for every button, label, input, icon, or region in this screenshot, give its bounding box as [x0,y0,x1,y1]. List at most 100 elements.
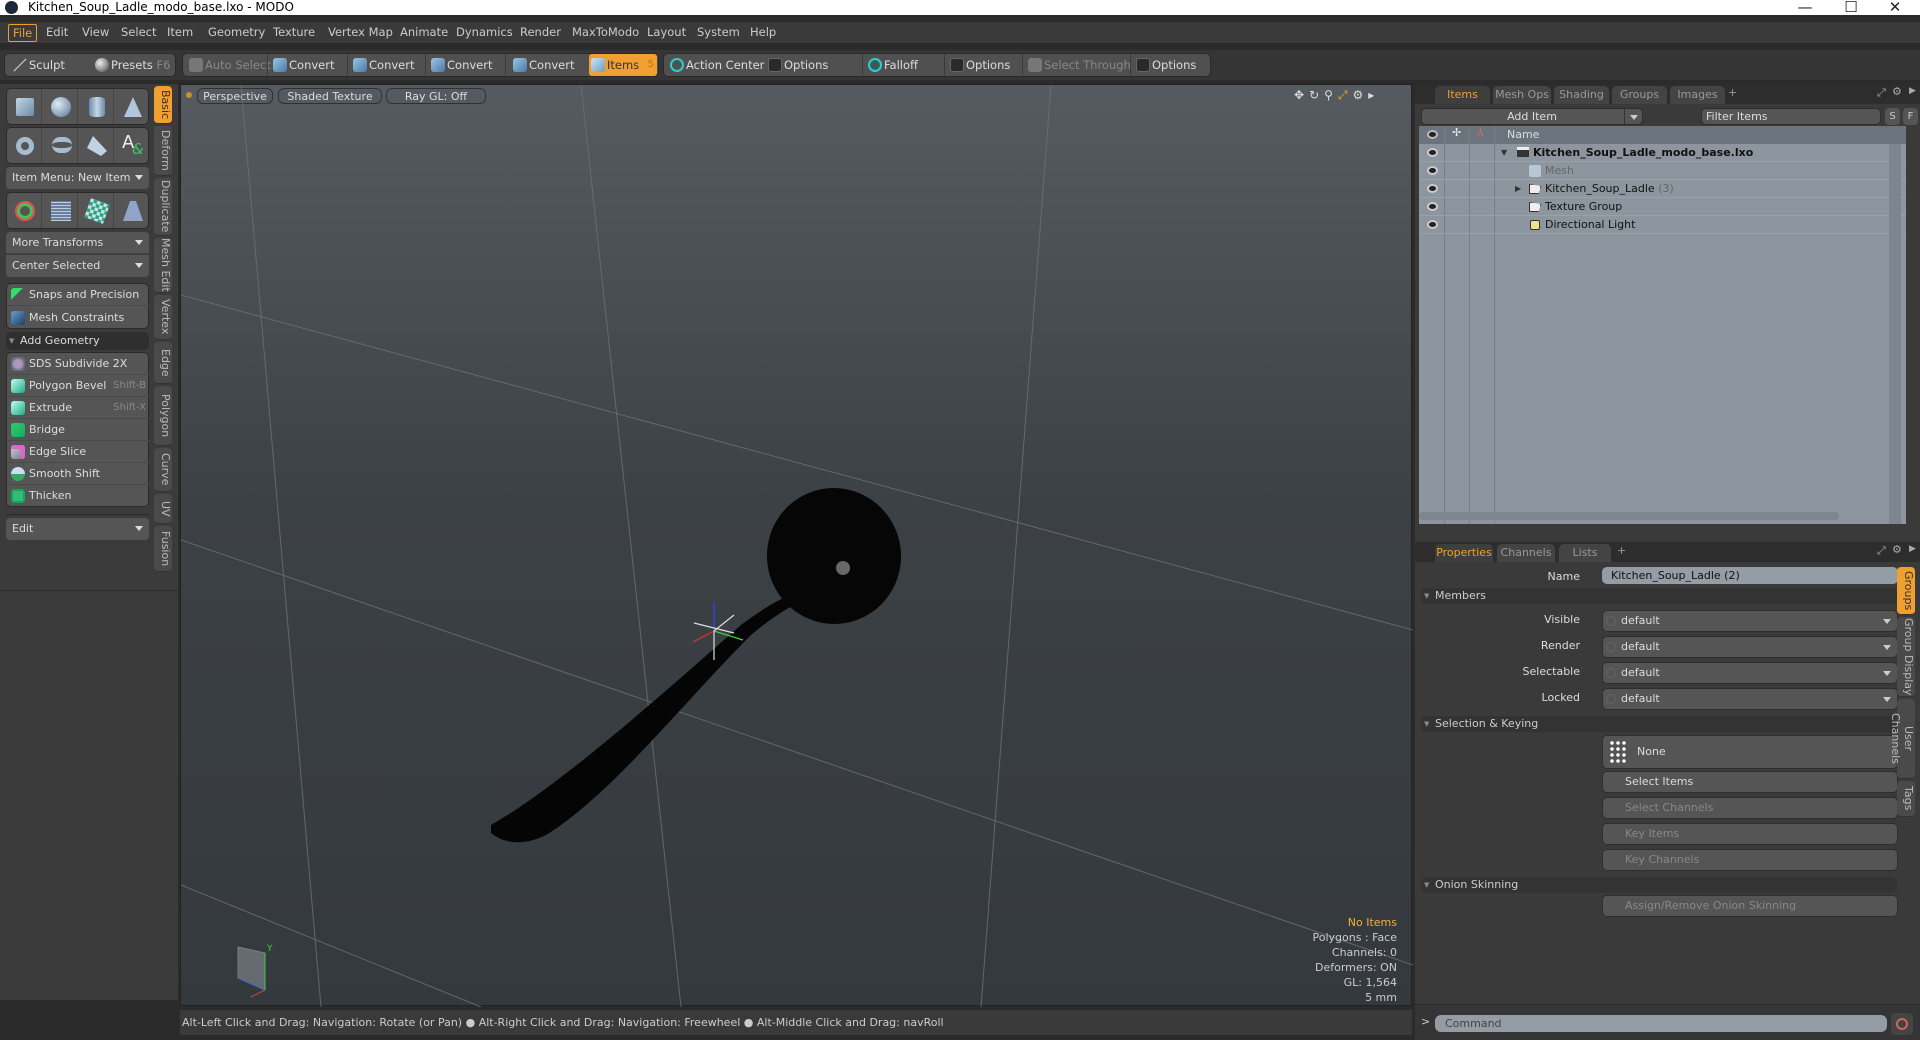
tool-sds-subdivide[interactable]: SDS Subdivide 2X [7,353,150,375]
tool-polygon-bevel[interactable]: Polygon Bevel Shift-B [7,375,150,397]
filter-s-button[interactable]: S [1885,108,1900,125]
tab-properties[interactable]: Properties [1435,544,1493,562]
item-list-scrollbar[interactable] [1889,144,1901,524]
tab-groups[interactable]: Groups [1612,86,1667,104]
tab-mesh-edit[interactable]: Mesh Edit [154,238,172,293]
menu-system[interactable]: System [693,24,744,42]
tab-tags[interactable]: Tags [1897,781,1915,817]
capsule-tool-icon[interactable] [43,128,78,163]
panel-menu-arrow-icon[interactable]: ▶ [1909,544,1916,554]
pen-tool-icon[interactable] [79,128,114,163]
add-tab-icon[interactable]: + [1728,86,1737,99]
tab-curve[interactable]: Curve [154,448,172,492]
menu-vertex-map[interactable]: Vertex Map [324,24,397,42]
menu-geometry[interactable]: Geometry [204,24,269,42]
falloff-button[interactable]: Falloff [866,54,918,76]
selection-set-button[interactable]: None [1602,735,1898,769]
convert-button-4[interactable]: Convert [511,54,574,76]
close-button[interactable]: ✕ [1875,0,1915,16]
tool-extrude[interactable]: Extrude Shift-X [7,397,150,419]
tab-channels[interactable]: Channels [1497,544,1555,562]
select-through-button[interactable]: Select Through [1026,54,1131,76]
text-tool-icon[interactable]: A & [115,128,150,163]
convert-button-3[interactable]: Convert [429,54,492,76]
uv-checker-icon[interactable] [79,193,114,228]
tab-fusion[interactable]: Fusion [154,526,172,572]
more-transforms-dropdown[interactable]: More Transforms [6,232,149,254]
render-dropdown[interactable]: default [1602,636,1898,658]
filter-items-input[interactable]: Filter Items [1701,108,1881,125]
mesh-constraints-button[interactable]: Mesh Constraints [7,307,150,329]
item-list-hscrollbar[interactable] [1419,512,1839,520]
tab-lists[interactable]: Lists [1559,544,1611,562]
center-selected-dropdown[interactable]: Center Selected [6,255,149,277]
eye-icon[interactable] [1427,220,1438,229]
list-item-light[interactable]: Directional Light [1419,216,1906,234]
command-input[interactable]: Command [1435,1015,1887,1032]
selection-keying-section[interactable]: Selection & Keying [1421,716,1897,732]
tab-user-channels[interactable]: User Channels [1889,699,1915,779]
tab-group-display[interactable]: Group Display [1897,617,1915,697]
tab-groups-vertical[interactable]: Groups [1897,567,1915,615]
menu-select[interactable]: Select [117,24,160,42]
expand-arrow-icon[interactable]: ▶ [1515,180,1521,198]
filter-f-button[interactable]: F [1903,108,1918,125]
options-button-2[interactable]: Options [948,54,1010,76]
menu-item[interactable]: Item [163,24,197,42]
transform-tool-icon[interactable] [7,193,42,228]
sculpt-button[interactable]: Sculpt [11,54,65,76]
menu-animate[interactable]: Animate [396,24,452,42]
panel-menu-arrow-icon[interactable]: ▶ [1909,86,1916,96]
tab-vertex[interactable]: Vertex [154,295,172,340]
cone-tool-icon[interactable] [115,89,150,124]
minimize-button[interactable]: — [1785,0,1825,16]
menu-render[interactable]: Render [516,24,565,42]
tab-uv[interactable]: UV [154,494,172,524]
gear-icon[interactable]: ⚙ [1892,543,1902,556]
selectable-dropdown[interactable]: default [1602,662,1898,684]
add-geometry-header[interactable]: ▼ Add Geometry [6,332,149,350]
maximize-button[interactable]: ☐ [1831,0,1871,16]
menu-file[interactable]: File [8,24,38,42]
tab-polygon[interactable]: Polygon [154,386,172,446]
gear-icon[interactable]: ⚙ [1892,85,1902,98]
cylinder-tool-icon[interactable] [79,89,114,124]
snaps-precision-button[interactable]: Snaps and Precision [7,284,150,306]
eye-icon[interactable] [1427,166,1438,175]
visible-dropdown[interactable]: default [1602,610,1898,632]
convert-button-1[interactable]: Convert [271,54,334,76]
onion-skinning-section[interactable]: Onion Skinning [1421,877,1897,893]
edit-dropdown[interactable]: Edit [6,518,149,540]
tab-images[interactable]: Images [1670,86,1725,104]
tool-thicken[interactable]: Thicken [7,485,150,507]
torus-tool-icon[interactable] [7,128,42,163]
action-center-button[interactable]: Action Center [668,54,764,76]
grid-plane-icon[interactable] [43,193,78,228]
record-button[interactable] [1891,1013,1913,1035]
axis-column-icon[interactable]: ⅄ [1477,126,1484,139]
tab-shading[interactable]: Shading [1554,86,1609,104]
maximize-panel-icon[interactable]: ⤢ [1877,86,1886,100]
menu-view[interactable]: View [78,24,113,42]
presets-button[interactable]: Presets F6 [93,54,170,76]
options-button-3[interactable]: Options [1134,54,1196,76]
list-item-group[interactable]: ▶ Kitchen_Soup_Ladle (3) [1419,180,1906,198]
tool-bridge[interactable]: Bridge [7,419,150,441]
members-section[interactable]: Members [1421,588,1897,604]
locked-dropdown[interactable]: default [1602,688,1898,710]
options-button-1[interactable]: Options [766,54,828,76]
menu-edit[interactable]: Edit [42,24,72,42]
key-items-button[interactable]: Key Items [1602,823,1898,845]
tab-mesh-ops[interactable]: Mesh Ops [1493,86,1551,104]
select-channels-button[interactable]: Select Channels [1602,797,1898,819]
list-item-texture-group[interactable]: Texture Group [1419,198,1906,216]
key-channels-button[interactable]: Key Channels [1602,849,1898,871]
list-item-scene[interactable]: ▼ Kitchen_Soup_Ladle_modo_base.lxo [1419,144,1906,162]
3d-viewport[interactable]: Perspective Shaded Texture Ray GL: Off ✥… [180,84,1413,1007]
eye-icon[interactable] [1427,202,1438,211]
tab-edge[interactable]: Edge [154,342,172,384]
add-tab-icon[interactable]: + [1617,544,1626,557]
list-item-mesh[interactable]: Mesh [1419,162,1906,180]
menu-layout[interactable]: Layout [643,24,690,42]
maximize-panel-icon[interactable]: ⤢ [1877,544,1886,558]
